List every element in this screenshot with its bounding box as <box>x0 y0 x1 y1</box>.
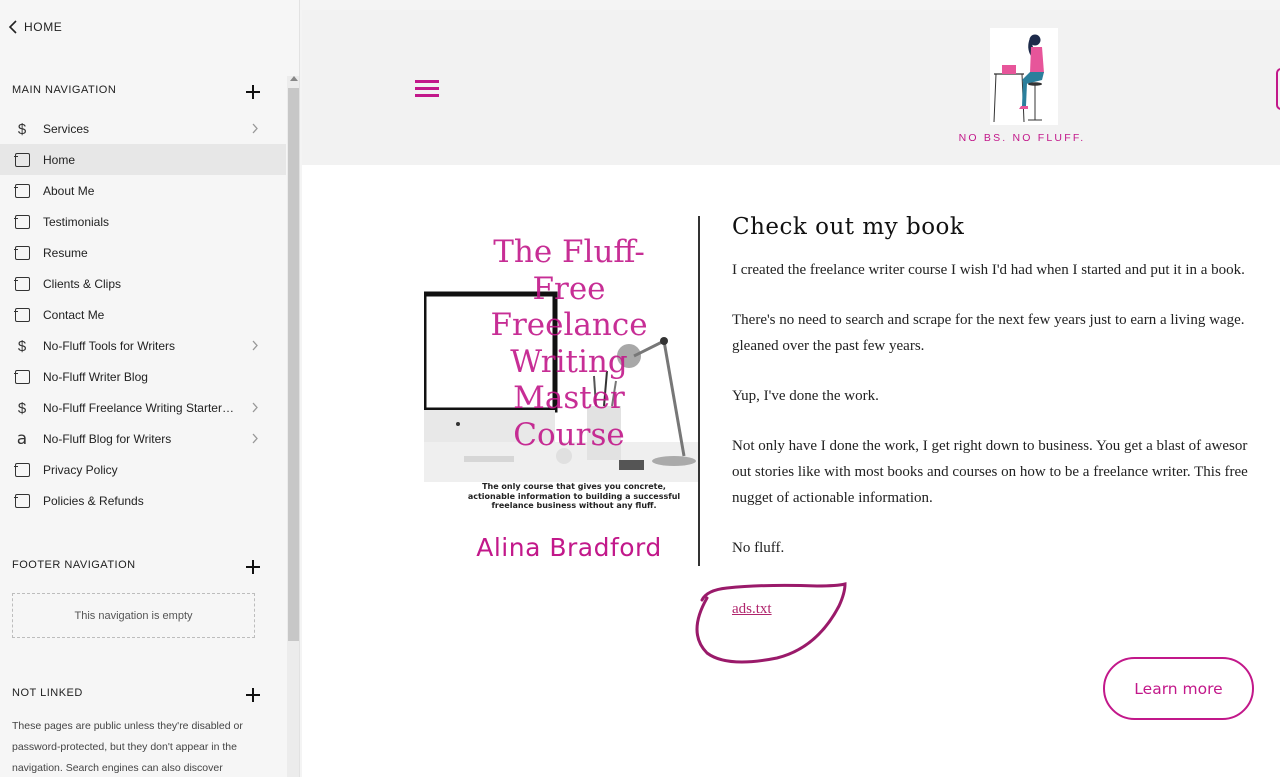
blog-icon: a <box>16 429 28 449</box>
sidebar-scrollbar[interactable] <box>287 76 299 777</box>
add-footer-nav-plus-icon[interactable] <box>244 558 262 576</box>
sidebar-item-label: Policies & Refunds <box>43 493 144 508</box>
book-divider <box>698 216 700 566</box>
sidebar-item-label: No-Fluff Freelance Writing Starter … <box>43 400 235 415</box>
page-icon <box>14 462 30 478</box>
promo-paragraph: Yup, I've done the work. <box>732 388 879 404</box>
sidebar-item-home[interactable]: Home <box>0 144 286 175</box>
page-icon <box>14 214 30 230</box>
sidebar-item-policies-refunds[interactable]: Policies & Refunds <box>0 485 286 516</box>
ads-txt-link[interactable]: ads.txt <box>732 601 772 618</box>
header-cta-edge[interactable] <box>1276 68 1280 110</box>
book-subtitle: The only course that gives you concrete,… <box>467 482 681 510</box>
chevron-left-icon <box>8 20 17 34</box>
footer-nav-empty-box: This navigation is empty <box>12 593 255 638</box>
sidebar-item-label: Testimonials <box>43 214 110 229</box>
sidebar-item-about-me[interactable]: About Me <box>0 175 286 206</box>
sidebar-item-no-fluff-writer-blog[interactable]: No-Fluff Writer Blog <box>0 361 286 392</box>
sidebar-item-label: No-Fluff Writer Blog <box>43 369 148 384</box>
pages-sidebar: HOME MAIN NAVIGATION $ Services Home Abo… <box>0 0 300 777</box>
footer-navigation-title: FOOTER NAVIGATION <box>12 559 136 571</box>
chevron-right-icon <box>252 340 258 351</box>
dollar-icon: $ <box>17 337 27 355</box>
book-title: The Fluff- Free Freelance Writing Master… <box>490 234 648 453</box>
sidebar-item-testimonials[interactable]: Testimonials <box>0 206 286 237</box>
sidebar-item-resume[interactable]: Resume <box>0 237 286 268</box>
sidebar-item-label: Services <box>43 121 90 136</box>
hamburger-menu-icon[interactable] <box>415 80 439 98</box>
page-icon <box>14 152 30 168</box>
back-home-link[interactable]: HOME <box>8 20 62 34</box>
sidebar-item-label: No-Fluff Tools for Writers <box>43 338 176 353</box>
sidebar-item-label: Clients & Clips <box>43 276 122 291</box>
home-label: HOME <box>24 20 63 34</box>
dollar-icon: $ <box>17 399 27 417</box>
promo-paragraph: No fluff. <box>732 540 785 556</box>
page-icon <box>14 493 30 509</box>
chevron-right-icon <box>252 433 258 444</box>
sidebar-item-no-fluff-blog-for-writers[interactable]: a No-Fluff Blog for Writers <box>0 423 286 454</box>
promo-paragraph: I created the freelance writer course I … <box>732 262 1245 278</box>
hand-drawn-circle-annotation <box>695 582 847 664</box>
page-icon <box>14 307 30 323</box>
add-not-linked-plus-icon[interactable] <box>244 686 262 704</box>
page-icon <box>14 245 30 261</box>
sidebar-item-label: About Me <box>43 183 95 198</box>
site-logo[interactable] <box>990 28 1058 125</box>
main-navigation-title: MAIN NAVIGATION <box>12 84 117 96</box>
chevron-right-icon <box>252 123 258 134</box>
promo-paragraph: There's no need to search and scrape for… <box>732 312 1245 354</box>
site-header: NO BS. NO FLUFF. <box>302 10 1280 165</box>
sidebar-item-privacy-policy[interactable]: Privacy Policy <box>0 454 286 485</box>
scroll-up-arrow-icon[interactable] <box>290 76 298 81</box>
add-main-nav-plus-icon[interactable] <box>244 83 262 101</box>
book-cover-image: The Fluff- Free Freelance Writing Master… <box>424 216 700 566</box>
sidebar-item-label: Privacy Policy <box>43 462 118 477</box>
page-icon <box>14 369 30 385</box>
not-linked-description: These pages are public unless they're di… <box>12 720 243 774</box>
sidebar-item-services[interactable]: $ Services <box>0 113 286 144</box>
not-linked-title: NOT LINKED <box>12 687 83 699</box>
book-author: Alina Bradford <box>476 533 662 562</box>
sidebar-item-no-fluff-tools[interactable]: $ No-Fluff Tools for Writers <box>0 330 286 361</box>
sidebar-item-label: Home <box>43 152 76 167</box>
main-navigation-list: $ Services Home About Me Testimonials Re… <box>0 113 286 516</box>
dollar-icon: $ <box>17 120 27 138</box>
page-icon <box>14 183 30 199</box>
sidebar-item-clients-clips[interactable]: Clients & Clips <box>0 268 286 299</box>
sidebar-item-label: Resume <box>43 245 88 260</box>
promo-paragraph: Not only have I done the work, I get rig… <box>732 438 1248 506</box>
sidebar-item-contact-me[interactable]: Contact Me <box>0 299 286 330</box>
footer-empty-text: This navigation is empty <box>74 609 193 622</box>
page-icon <box>14 276 30 292</box>
sidebar-item-no-fluff-starter[interactable]: $ No-Fluff Freelance Writing Starter … <box>0 392 286 423</box>
site-tagline: NO BS. NO FLUFF. <box>958 132 1086 144</box>
sidebar-item-label: No-Fluff Blog for Writers <box>43 431 172 446</box>
site-preview: NO BS. NO FLUFF. The Fluff- Free Freelan… <box>302 10 1280 777</box>
scroll-thumb[interactable] <box>288 88 299 641</box>
promo-heading: Check out my book <box>732 214 965 240</box>
sidebar-item-label: Contact Me <box>43 307 105 322</box>
chevron-right-icon <box>252 402 258 413</box>
book-promo-content: Check out my book I created the freelanc… <box>732 214 1280 585</box>
learn-more-button[interactable]: Learn more <box>1103 657 1254 720</box>
